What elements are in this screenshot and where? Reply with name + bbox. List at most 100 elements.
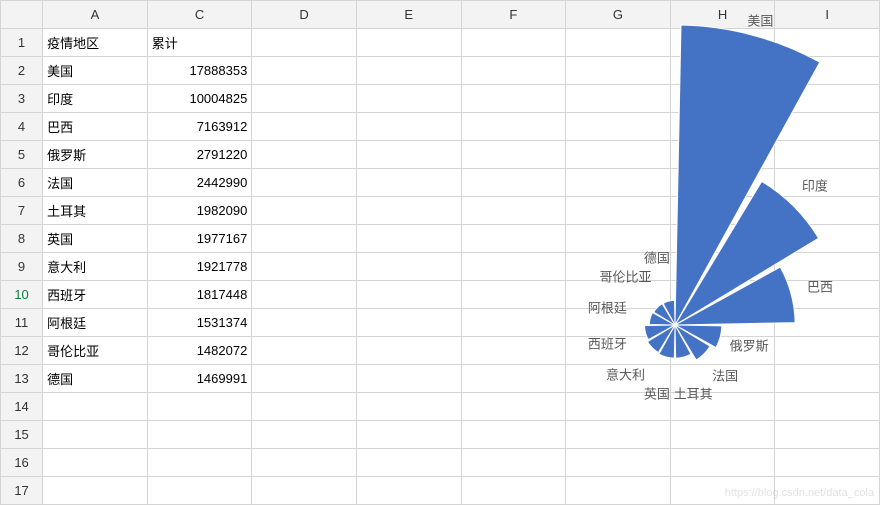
cell[interactable]: 英国 — [43, 225, 148, 253]
cell[interactable] — [566, 85, 671, 113]
cell[interactable] — [461, 281, 566, 309]
cell[interactable] — [670, 85, 775, 113]
cell[interactable] — [461, 29, 566, 57]
cell[interactable] — [775, 113, 880, 141]
cell[interactable] — [356, 421, 461, 449]
cell[interactable] — [461, 421, 566, 449]
cell[interactable] — [356, 365, 461, 393]
cell[interactable] — [566, 141, 671, 169]
cell[interactable] — [566, 281, 671, 309]
cell[interactable] — [356, 29, 461, 57]
cell[interactable] — [461, 85, 566, 113]
cell[interactable] — [252, 225, 357, 253]
row-header[interactable]: 5 — [1, 141, 43, 169]
cell[interactable] — [356, 309, 461, 337]
cell[interactable] — [566, 57, 671, 85]
row-header[interactable]: 16 — [1, 449, 43, 477]
cell[interactable]: 阿根廷 — [43, 309, 148, 337]
cell[interactable] — [252, 337, 357, 365]
cell[interactable] — [43, 477, 148, 505]
cell[interactable] — [775, 421, 880, 449]
cell[interactable]: 法国 — [43, 169, 148, 197]
row-header[interactable]: 6 — [1, 169, 43, 197]
cell[interactable] — [461, 113, 566, 141]
cell[interactable] — [356, 113, 461, 141]
cell[interactable] — [775, 253, 880, 281]
cell[interactable] — [356, 197, 461, 225]
cell[interactable] — [670, 449, 775, 477]
cell[interactable] — [670, 309, 775, 337]
cell[interactable] — [252, 477, 357, 505]
cell[interactable] — [252, 309, 357, 337]
cell[interactable] — [775, 225, 880, 253]
cell[interactable] — [461, 253, 566, 281]
cell[interactable] — [356, 449, 461, 477]
cell[interactable]: 17888353 — [147, 57, 252, 85]
cell[interactable] — [775, 141, 880, 169]
cell[interactable] — [670, 421, 775, 449]
cell[interactable]: 1482072 — [147, 337, 252, 365]
cell[interactable] — [775, 337, 880, 365]
cell[interactable] — [252, 197, 357, 225]
cell[interactable]: 1921778 — [147, 253, 252, 281]
cell[interactable] — [670, 113, 775, 141]
cell[interactable] — [356, 337, 461, 365]
cell[interactable] — [252, 57, 357, 85]
cell[interactable] — [356, 281, 461, 309]
cell[interactable]: 1531374 — [147, 309, 252, 337]
cell[interactable] — [775, 309, 880, 337]
cell[interactable] — [775, 281, 880, 309]
row-header[interactable]: 2 — [1, 57, 43, 85]
col-header[interactable]: E — [356, 1, 461, 29]
col-header[interactable]: G — [566, 1, 671, 29]
cell[interactable] — [670, 337, 775, 365]
cell[interactable] — [566, 253, 671, 281]
cell[interactable] — [566, 421, 671, 449]
cell[interactable]: 印度 — [43, 85, 148, 113]
cell[interactable] — [566, 365, 671, 393]
cell[interactable] — [566, 169, 671, 197]
cell[interactable]: 2442990 — [147, 169, 252, 197]
cell[interactable] — [566, 197, 671, 225]
cell[interactable] — [775, 169, 880, 197]
cell[interactable]: 疫情地区 — [43, 29, 148, 57]
cell[interactable] — [356, 477, 461, 505]
cell[interactable] — [461, 477, 566, 505]
cell[interactable] — [252, 365, 357, 393]
cell[interactable] — [147, 421, 252, 449]
row-header[interactable]: 15 — [1, 421, 43, 449]
cell[interactable] — [356, 225, 461, 253]
cell[interactable] — [461, 169, 566, 197]
cell[interactable] — [356, 85, 461, 113]
cell[interactable]: 西班牙 — [43, 281, 148, 309]
cell[interactable]: 德国 — [43, 365, 148, 393]
cell[interactable] — [566, 113, 671, 141]
cell[interactable]: 1817448 — [147, 281, 252, 309]
cell[interactable] — [775, 85, 880, 113]
cell[interactable]: 俄罗斯 — [43, 141, 148, 169]
cell[interactable] — [252, 393, 357, 421]
cell[interactable] — [356, 169, 461, 197]
cell[interactable] — [43, 449, 148, 477]
cell[interactable] — [670, 393, 775, 421]
cell[interactable] — [461, 393, 566, 421]
corner-cell[interactable] — [1, 1, 43, 29]
row-header[interactable]: 9 — [1, 253, 43, 281]
cell[interactable] — [670, 365, 775, 393]
cell[interactable] — [670, 141, 775, 169]
row-header[interactable]: 1 — [1, 29, 43, 57]
cell[interactable]: 7163912 — [147, 113, 252, 141]
cell[interactable]: 土耳其 — [43, 197, 148, 225]
row-header[interactable]: 8 — [1, 225, 43, 253]
cell[interactable] — [356, 253, 461, 281]
row-header[interactable]: 10 — [1, 281, 43, 309]
cell[interactable]: 1982090 — [147, 197, 252, 225]
cell[interactable]: 累计 — [147, 29, 252, 57]
cell[interactable] — [775, 449, 880, 477]
row-header[interactable]: 14 — [1, 393, 43, 421]
cell[interactable] — [775, 197, 880, 225]
cell[interactable] — [461, 449, 566, 477]
cell[interactable] — [252, 29, 357, 57]
row-header[interactable]: 4 — [1, 113, 43, 141]
cell[interactable]: 哥伦比亚 — [43, 337, 148, 365]
